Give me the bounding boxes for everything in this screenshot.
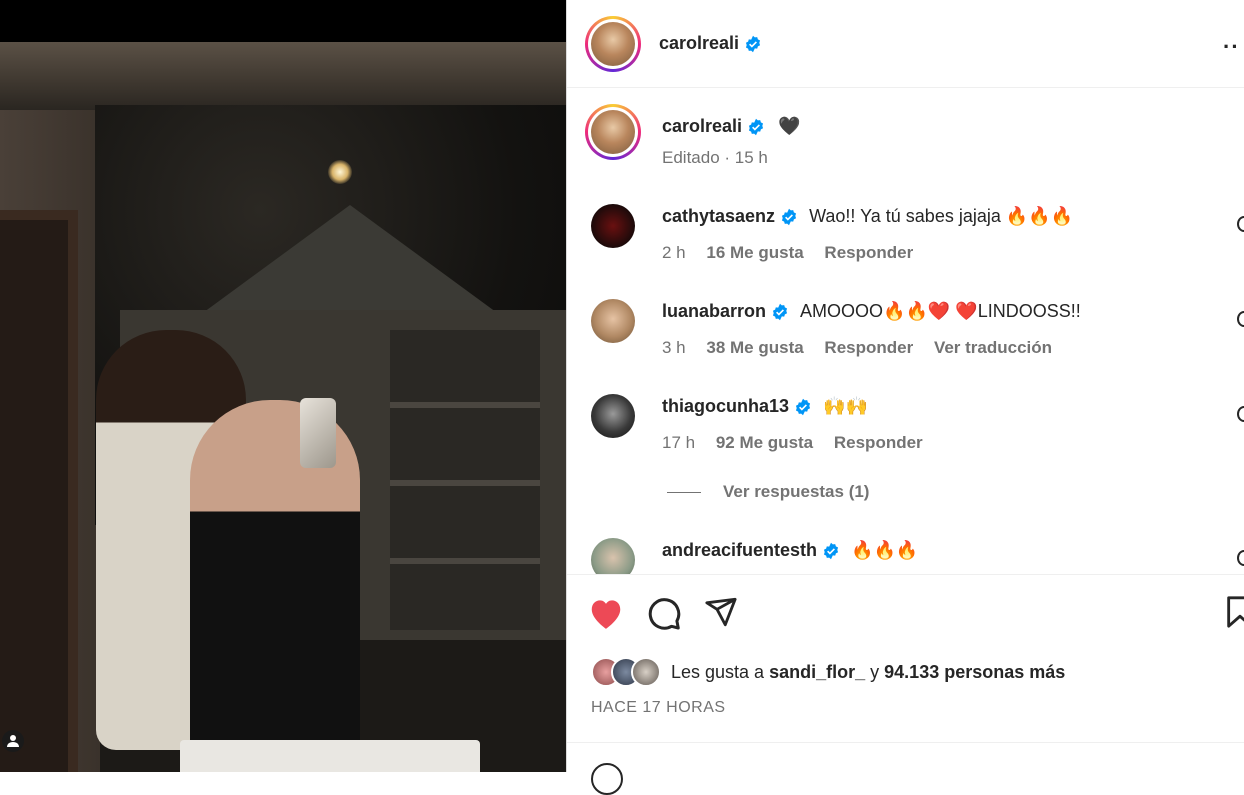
author-avatar[interactable] bbox=[585, 16, 641, 72]
comment-time: 2 h bbox=[662, 243, 686, 262]
caption-meta: Editado · 15 h bbox=[662, 148, 768, 167]
photo-lamp bbox=[328, 160, 352, 184]
likes-prefix: Les gusta a bbox=[671, 661, 765, 682]
post-actions: Les gusta a sandi_flor_ y 94.133 persona… bbox=[567, 574, 1244, 742]
reply-button[interactable]: Responder bbox=[824, 338, 913, 357]
photo-top-band bbox=[0, 0, 566, 42]
photo-ceiling bbox=[0, 42, 566, 110]
post-header: carolreali ·· bbox=[567, 0, 1244, 88]
comment-text: 🔥🔥🔥 bbox=[851, 540, 919, 560]
comment-like-icon[interactable] bbox=[1237, 216, 1244, 232]
reply-button[interactable]: Responder bbox=[824, 243, 913, 262]
verified-badge-icon bbox=[746, 36, 761, 53]
bookmark-icon[interactable] bbox=[1225, 595, 1244, 629]
caption-text: 🖤 bbox=[778, 116, 801, 136]
comment-line: thiagocunha13 🙌🙌 bbox=[662, 396, 868, 417]
comment-time: 3 h bbox=[662, 338, 686, 357]
likes-summary: Les gusta a sandi_flor_ y 94.133 persona… bbox=[591, 657, 1065, 687]
commenter-avatar[interactable] bbox=[591, 299, 635, 343]
user-icon bbox=[7, 735, 19, 747]
post-timestamp[interactable]: HACE 17 HORAS bbox=[591, 699, 726, 717]
view-replies-button[interactable]: Ver respuestas (1) bbox=[667, 482, 869, 502]
add-comment-bar bbox=[567, 742, 1244, 795]
comment-likes[interactable]: 16 Me gusta bbox=[706, 243, 803, 262]
emoji-icon[interactable] bbox=[591, 763, 623, 795]
replies-divider bbox=[667, 492, 701, 494]
comment-line: andreacifuentesth 🔥🔥🔥 bbox=[662, 540, 918, 561]
comment-meta: 2 h 16 Me gusta Responder bbox=[662, 243, 929, 263]
verified-badge-icon bbox=[823, 543, 839, 560]
comment-text: AMOOOO🔥🔥❤️ ❤️LINDOOSS!! bbox=[800, 301, 1081, 321]
photo-door-frame bbox=[0, 210, 78, 772]
commenter-username[interactable]: luanabarron bbox=[662, 301, 766, 321]
tagged-users-button[interactable] bbox=[2, 730, 24, 752]
comment-like-icon[interactable] bbox=[1237, 550, 1244, 566]
photo-roof-shape bbox=[200, 205, 500, 315]
commenter-username[interactable]: andreacifuentesth bbox=[662, 540, 817, 560]
photo-shelf bbox=[390, 330, 540, 630]
comment-likes[interactable]: 38 Me gusta bbox=[706, 338, 803, 357]
more-options-icon[interactable]: ·· bbox=[1223, 34, 1240, 60]
caption-username[interactable]: carolreali bbox=[662, 116, 742, 136]
comment-line: cathytasaenz Wao!! Ya tú sabes jajaja 🔥🔥… bbox=[662, 206, 1073, 227]
comments-list: carolreali 🖤 Editado · 15 h cathytasaenz… bbox=[567, 88, 1244, 574]
verified-badge-icon bbox=[782, 209, 797, 226]
comment-icon[interactable] bbox=[646, 595, 682, 631]
view-replies-label[interactable]: Ver respuestas (1) bbox=[723, 482, 869, 501]
caption-line: carolreali 🖤 bbox=[662, 116, 801, 137]
post-photo[interactable] bbox=[0, 0, 566, 772]
commenter-username[interactable]: cathytasaenz bbox=[662, 206, 775, 226]
likes-text: Les gusta a sandi_flor_ y 94.133 persona… bbox=[671, 662, 1065, 683]
caption-author-avatar[interactable] bbox=[585, 104, 641, 160]
comment-line: luanabarron AMOOOO🔥🔥❤️ ❤️LINDOOSS!! bbox=[662, 301, 1081, 322]
author-username[interactable]: carolreali bbox=[659, 33, 739, 53]
comment-like-icon[interactable] bbox=[1237, 406, 1244, 422]
comment-meta: 17 h 92 Me gusta Responder bbox=[662, 433, 939, 453]
reply-button[interactable]: Responder bbox=[834, 433, 923, 452]
photo-sink bbox=[180, 740, 480, 772]
heart-filled-icon[interactable] bbox=[587, 595, 625, 631]
comment-text: Wao!! Ya tú sabes jajaja 🔥🔥🔥 bbox=[809, 206, 1074, 226]
commenter-avatar[interactable] bbox=[591, 394, 635, 438]
likes-middle: y bbox=[870, 661, 880, 682]
commenter-avatar[interactable] bbox=[591, 204, 635, 248]
liker-username[interactable]: sandi_flor_ bbox=[769, 662, 865, 682]
photo-phone bbox=[300, 398, 336, 468]
post-details-panel: carolreali ·· carolreali 🖤 Editado · 15 … bbox=[566, 0, 1244, 795]
comment-likes[interactable]: 92 Me gusta bbox=[716, 433, 813, 452]
verified-badge-icon bbox=[795, 399, 811, 416]
comment-meta: 3 h 38 Me gusta Responder Ver traducción bbox=[662, 338, 1068, 358]
share-icon[interactable] bbox=[704, 595, 738, 629]
liker-avatar[interactable] bbox=[631, 657, 661, 687]
comment-text: 🙌🙌 bbox=[823, 396, 868, 416]
likes-count[interactable]: 94.133 personas más bbox=[884, 662, 1065, 682]
comment-time: 17 h bbox=[662, 433, 696, 452]
verified-badge-icon bbox=[772, 304, 788, 321]
translate-button[interactable]: Ver traducción bbox=[934, 338, 1052, 357]
commenter-username[interactable]: thiagocunha13 bbox=[662, 396, 789, 416]
comment-like-icon[interactable] bbox=[1237, 311, 1244, 327]
author-username-row[interactable]: carolreali bbox=[659, 33, 762, 54]
verified-badge-icon bbox=[749, 119, 764, 136]
commenter-avatar[interactable] bbox=[591, 538, 635, 574]
